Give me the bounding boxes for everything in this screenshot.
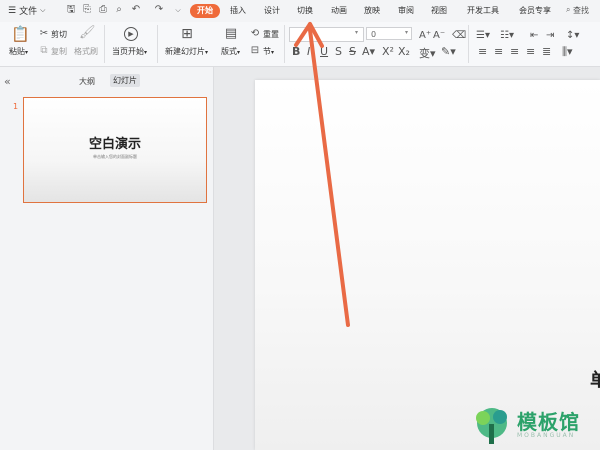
tab-slides[interactable]: 幻灯片 [110,74,140,87]
layout-icon[interactable]: ▤ [224,27,238,41]
tab-insert[interactable]: 插入 [230,5,246,16]
search-icon[interactable]: ⌕ [566,5,570,15]
watermark-text: 模板馆 [517,410,580,434]
chevron-down-icon: ⌵ [40,6,46,14]
file-menu-label: 文件 [19,7,38,17]
watermark-subtext: MOBANGUAN [517,432,576,439]
numbered-list-icon[interactable]: ☷▾ [500,30,514,41]
thumbnail-title: 空白演示 [88,137,141,152]
tab-review[interactable]: 审阅 [398,5,414,16]
align-left-icon[interactable]: ≡ [478,45,487,58]
ribbon-divider [468,25,469,63]
reset-button[interactable]: 重置 [263,29,279,40]
slide-number: 1 [13,102,19,111]
chevron-down-icon: ▾ [355,29,359,36]
copy-icon: ⧉ [40,45,48,56]
tab-developer[interactable]: 开发工具 [467,5,499,16]
ribbon-divider [157,25,158,63]
slide-canvas[interactable] [255,80,600,450]
align-center-icon[interactable]: ≡ [494,45,503,58]
ribbon-divider [284,25,285,63]
file-menu[interactable]: ☰ 文件 ⌵ [8,4,46,18]
cut-button[interactable]: 剪切 [51,29,67,40]
save-icon[interactable]: 🖫 [65,4,77,16]
ribbon-divider [104,25,105,63]
paste-button[interactable]: 粘贴▾ [9,46,28,57]
distribute-icon[interactable]: ≣ [542,45,551,58]
tab-transition[interactable]: 切换 [297,5,313,16]
section-button[interactable]: 节▾ [263,46,274,57]
reset-icon[interactable]: ⟲ [249,27,261,41]
superscript-icon[interactable]: X² [382,45,394,58]
format-painter-button[interactable]: 格式刷 [74,46,98,57]
subscript-icon[interactable]: X₂ [398,45,410,58]
watermark-logo-icon [476,408,507,444]
tab-outline[interactable]: 大纲 [79,76,95,87]
paste-icon[interactable]: 📋 [11,27,30,42]
undo-icon[interactable]: ↶ [130,4,142,16]
new-slide-button[interactable]: 新建幻灯片▾ [165,46,208,57]
clear-format-icon[interactable]: ⌫ [452,30,466,41]
decrease-font-icon[interactable]: A⁻ [433,30,445,41]
tab-slideshow[interactable]: 放映 [364,5,380,16]
tab-home[interactable]: 开始 [190,4,220,18]
tab-animation[interactable]: 动画 [331,5,347,16]
underline-icon[interactable]: U [320,45,328,58]
layout-button[interactable]: 版式▾ [221,46,240,57]
chevron-down-icon: ▾ [405,29,409,36]
thumbnail-subtitle: 单击输入您的封面副标题 [93,154,137,159]
customize-chevron-icon[interactable]: ⌵ [172,4,184,16]
shadow-icon[interactable]: S [335,45,342,58]
text-effect-icon[interactable]: 变▾ [419,45,436,61]
print-preview-icon[interactable]: ⌕ [113,4,125,16]
slide-title-text[interactable]: 单 [590,366,600,392]
line-spacing-icon[interactable]: ↕▾ [566,30,579,41]
tab-design[interactable]: 设计 [264,5,280,16]
hamburger-icon: ☰ [8,5,17,16]
char-spacing-icon[interactable]: A▾ [362,45,375,58]
highlight-icon[interactable]: ✎▾ [441,45,456,58]
collapse-panel-icon[interactable]: « [4,75,11,88]
bold-icon[interactable]: B [292,45,300,58]
print-icon[interactable]: ⎙ [97,4,109,16]
redo-icon[interactable]: ↷ [153,4,165,16]
italic-icon[interactable]: I [307,45,310,58]
increase-font-icon[interactable]: A⁺ [419,30,431,41]
align-right-icon[interactable]: ≡ [510,45,519,58]
copy-button[interactable]: 复制 [51,46,67,57]
tab-member[interactable]: 会员专享 [519,5,551,16]
play-icon[interactable]: ▶ [124,27,138,41]
font-family-select[interactable] [289,27,364,42]
play-from-current-button[interactable]: 当页开始▾ [112,46,147,57]
format-painter-icon: 🖌 [79,25,96,40]
justify-icon[interactable]: ≡ [526,45,535,58]
strikethrough-icon[interactable]: S [349,45,356,58]
new-slide-icon[interactable]: ⊞ [179,27,195,41]
columns-icon[interactable]: ⫼▾ [562,45,573,59]
section-icon[interactable]: ⊟ [249,44,261,58]
search-label[interactable]: 查找 [573,5,589,16]
increase-indent-icon[interactable]: ⇥ [546,30,554,41]
decrease-indent-icon[interactable]: ⇤ [530,30,538,41]
bullet-list-icon[interactable]: ☰▾ [476,30,490,41]
tab-view[interactable]: 视图 [431,5,447,16]
scissors-icon[interactable]: ✂ [38,27,50,41]
export-pdf-icon[interactable]: ⎘ [81,4,93,16]
